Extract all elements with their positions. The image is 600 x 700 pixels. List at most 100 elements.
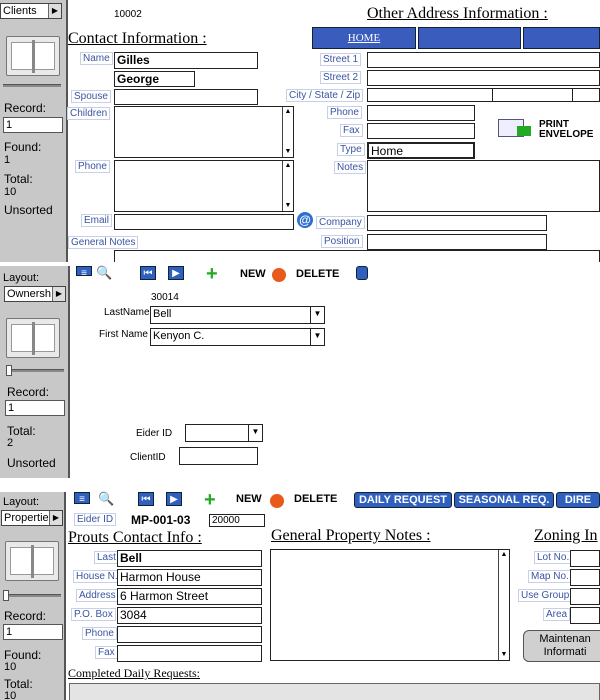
phone-right-label: Phone [327,106,362,119]
position-label: Position [321,235,363,248]
scroll-down-icon[interactable]: ▼ [499,650,509,660]
slider-knob[interactable] [6,365,12,376]
city-field[interactable] [367,88,493,102]
record-id: 30014 [151,292,179,303]
plus-icon[interactable]: + [206,264,218,284]
pobox-field[interactable]: 3084 [117,607,262,624]
clientid-field[interactable] [179,447,258,465]
house-field[interactable]: Harmon House [117,569,262,586]
phone-scrollbar[interactable]: ▲ ▼ [282,161,293,211]
list-icon[interactable]: ≡ [76,266,92,279]
layout-select-clients[interactable]: Clients ▶ [0,3,62,19]
at-sign-icon[interactable]: @ [297,212,313,228]
use-group-field[interactable] [570,588,600,605]
daily-request-button[interactable]: DAILY REQUEST [354,492,452,508]
phone-right-field[interactable] [367,105,475,121]
toolbar-button-partial[interactable] [356,266,368,280]
fax-label: Fax [95,646,118,659]
delete-record-button[interactable]: DELETE [294,493,337,505]
phone-field[interactable]: ▲ ▼ [114,160,294,212]
eider-id-dropdown[interactable]: ▼ [185,424,263,442]
position-field[interactable] [367,234,547,250]
street1-field[interactable] [367,52,600,68]
address-field[interactable]: 6 Harmon Street [117,588,262,605]
total-label: Total: [4,172,33,186]
firstname-dropdown[interactable]: Kenyon C. ▼ [150,328,325,346]
chevron-right-icon: ▶ [48,4,61,18]
type-field[interactable]: Home [367,142,475,159]
next-record-icon[interactable]: ▶ [166,492,182,506]
record-number-input[interactable]: 1 [5,400,65,416]
company-field[interactable] [367,215,547,231]
book-navigator-icon[interactable] [6,318,60,358]
scroll-up-icon[interactable]: ▲ [283,107,293,117]
print-envelope-label: PRINT ENVELOPE [539,119,594,140]
new-record-button[interactable]: NEW [240,268,266,280]
scroll-up-icon[interactable]: ▲ [283,161,293,171]
print-envelope-button[interactable]: PRINT ENVELOPE [495,116,600,146]
book-navigator-icon[interactable] [6,36,60,76]
phone-field[interactable] [117,626,262,643]
lot-no-field[interactable] [570,550,600,567]
street2-field[interactable] [367,70,600,86]
eider-id-label: Eider ID [74,513,117,526]
layout-select-value: Ownersh [7,288,52,300]
completed-requests-portal[interactable] [69,683,600,700]
first-record-icon[interactable]: ⏮ [140,266,156,280]
seasonal-request-button[interactable]: SEASONAL REQ. [454,492,554,508]
next-record-icon[interactable]: ▶ [168,266,184,280]
record-slider[interactable] [6,365,64,376]
lastname-dropdown[interactable]: Bell ▼ [150,306,325,324]
firstname-label: First Name [99,329,148,340]
children-field[interactable]: ▲ ▼ [114,106,294,158]
general-notes-field[interactable] [114,250,600,262]
state-field[interactable] [492,88,573,102]
fax-field[interactable] [117,645,262,662]
chevron-down-icon[interactable]: ▼ [310,307,324,323]
first-record-icon[interactable]: ⏮ [138,492,154,506]
children-scrollbar[interactable]: ▲ ▼ [282,107,293,157]
map-no-field[interactable] [570,569,600,586]
tab-3[interactable] [523,27,600,49]
notes-scrollbar[interactable]: ▲ ▼ [498,550,509,660]
spouse-field[interactable] [114,89,258,105]
record-slider[interactable] [3,84,61,87]
search-icon[interactable]: 🔍 [96,266,112,279]
new-record-button[interactable]: NEW [236,493,262,505]
record-label: Record: [4,609,47,623]
scroll-up-icon[interactable]: ▲ [499,550,509,560]
search-icon[interactable]: 🔍 [98,492,114,505]
completed-requests-title: Completed Daily Requests: [68,666,200,680]
slider-knob[interactable] [3,590,9,601]
delete-record-button[interactable]: DELETE [296,268,339,280]
tab-2[interactable] [418,27,521,49]
delete-icon[interactable] [270,494,284,508]
record-slider[interactable] [3,590,61,601]
area-field[interactable] [570,607,600,624]
first-name-field[interactable]: George [114,71,195,87]
maintenance-info-button[interactable]: Maintenan Informati [523,630,600,662]
fax-field[interactable] [367,123,475,139]
delete-icon[interactable] [272,268,286,282]
tab-home[interactable]: HOME [312,27,416,49]
scroll-down-icon[interactable]: ▼ [283,147,293,157]
zip-field[interactable] [572,88,600,102]
dire-button[interactable]: DIRE [556,492,600,508]
layout-select-ownership[interactable]: Ownersh ▶ [4,286,66,302]
last-name-field[interactable]: Gilles [114,52,258,69]
last-field[interactable]: Bell [117,550,262,567]
chevron-down-icon[interactable]: ▼ [310,329,324,345]
notes-field[interactable] [367,160,600,212]
list-icon[interactable]: ≡ [74,492,90,505]
layout-select-properties[interactable]: Propertie ▶ [1,510,63,526]
scroll-down-icon[interactable]: ▼ [283,201,293,211]
record-number-input[interactable]: 1 [3,117,63,133]
email-field[interactable] [114,214,294,230]
layout-label: Layout: [3,272,40,284]
id-field[interactable]: 20000 [209,514,265,527]
book-navigator-icon[interactable] [5,541,59,581]
record-number-input[interactable]: 1 [3,624,63,640]
property-notes-field[interactable]: ▲ ▼ [270,549,510,661]
chevron-down-icon[interactable]: ▼ [248,425,262,441]
plus-icon[interactable]: + [204,490,216,510]
